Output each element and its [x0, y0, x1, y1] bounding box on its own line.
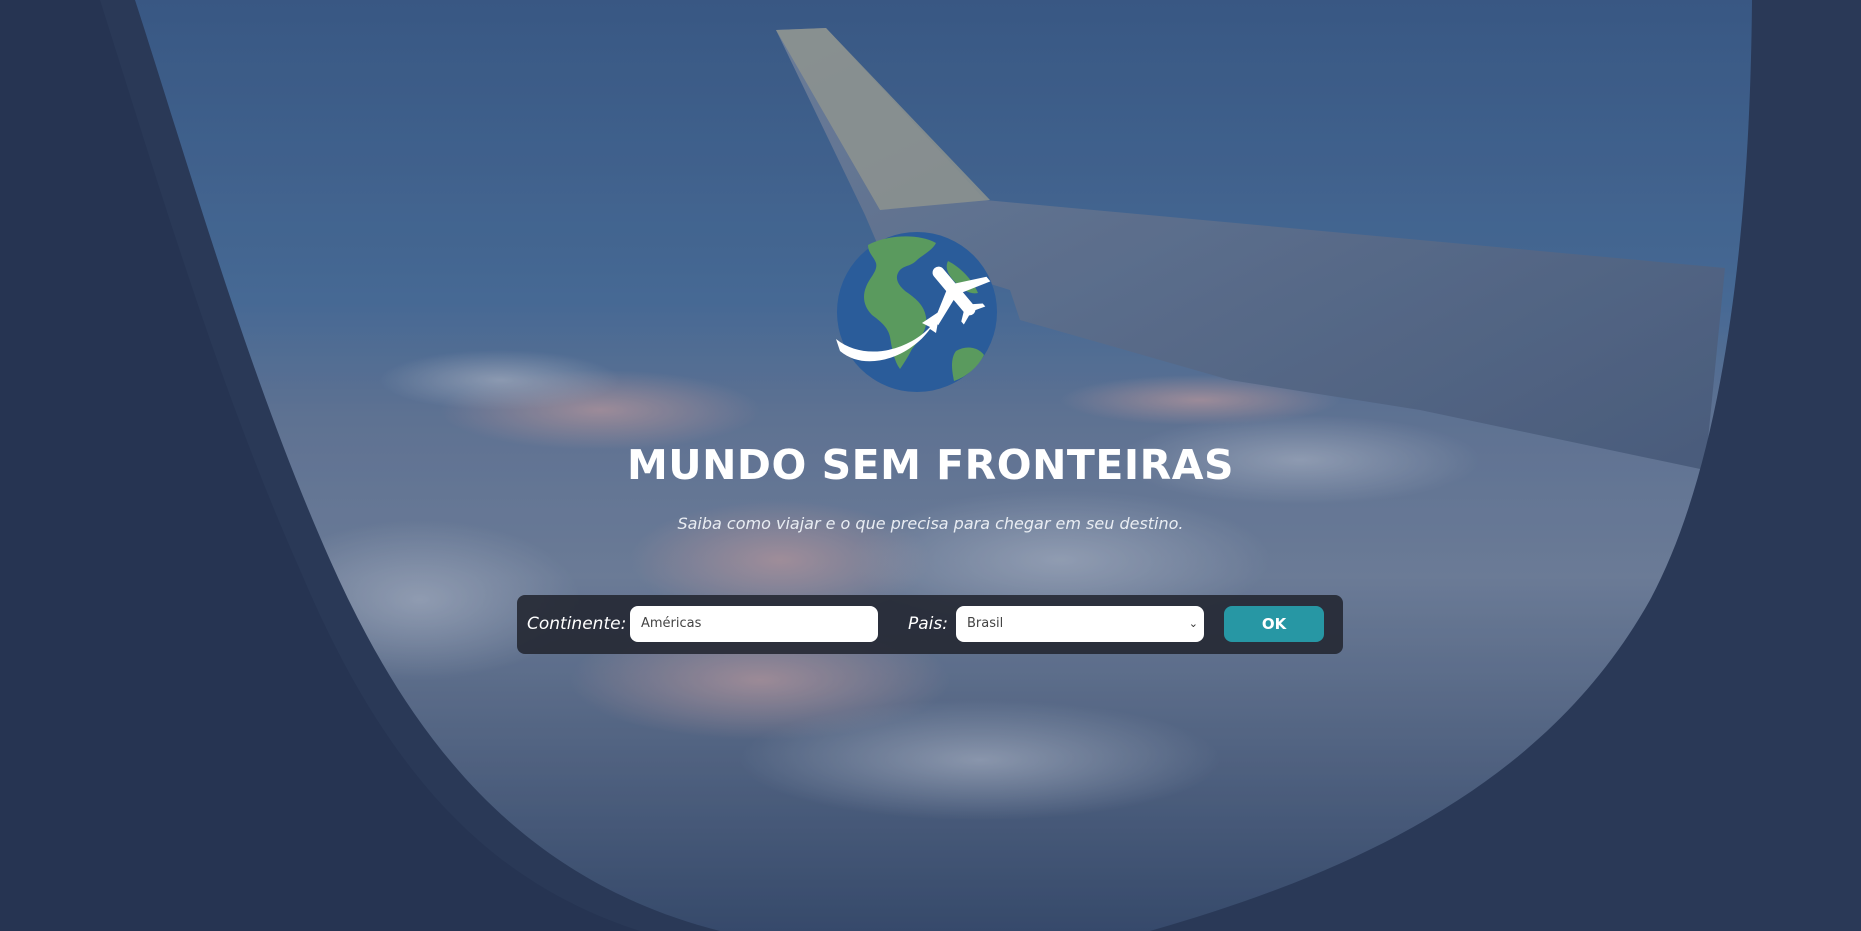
- continent-input[interactable]: Américas: [630, 606, 878, 642]
- continent-label: Continente:: [527, 614, 627, 634]
- globe-airplane-icon: [836, 232, 997, 392]
- hero: MUNDO SEM FRONTEIRAS Saiba como viajar e…: [0, 0, 1861, 931]
- ok-button[interactable]: OK: [1224, 606, 1324, 642]
- country-select[interactable]: Brasil ⌄: [956, 606, 1204, 642]
- country-value: Brasil: [967, 616, 1004, 631]
- page-subtitle: Saiba como viajar e o que precisa para c…: [677, 514, 1184, 533]
- page-title: MUNDO SEM FRONTEIRAS: [627, 441, 1234, 489]
- continent-value: Américas: [641, 616, 702, 631]
- chevron-down-icon: ⌄: [1188, 617, 1198, 630]
- search-form: Continente: Américas Pais: Brasil ⌄ OK: [517, 595, 1343, 654]
- country-label: Pais:: [908, 614, 948, 634]
